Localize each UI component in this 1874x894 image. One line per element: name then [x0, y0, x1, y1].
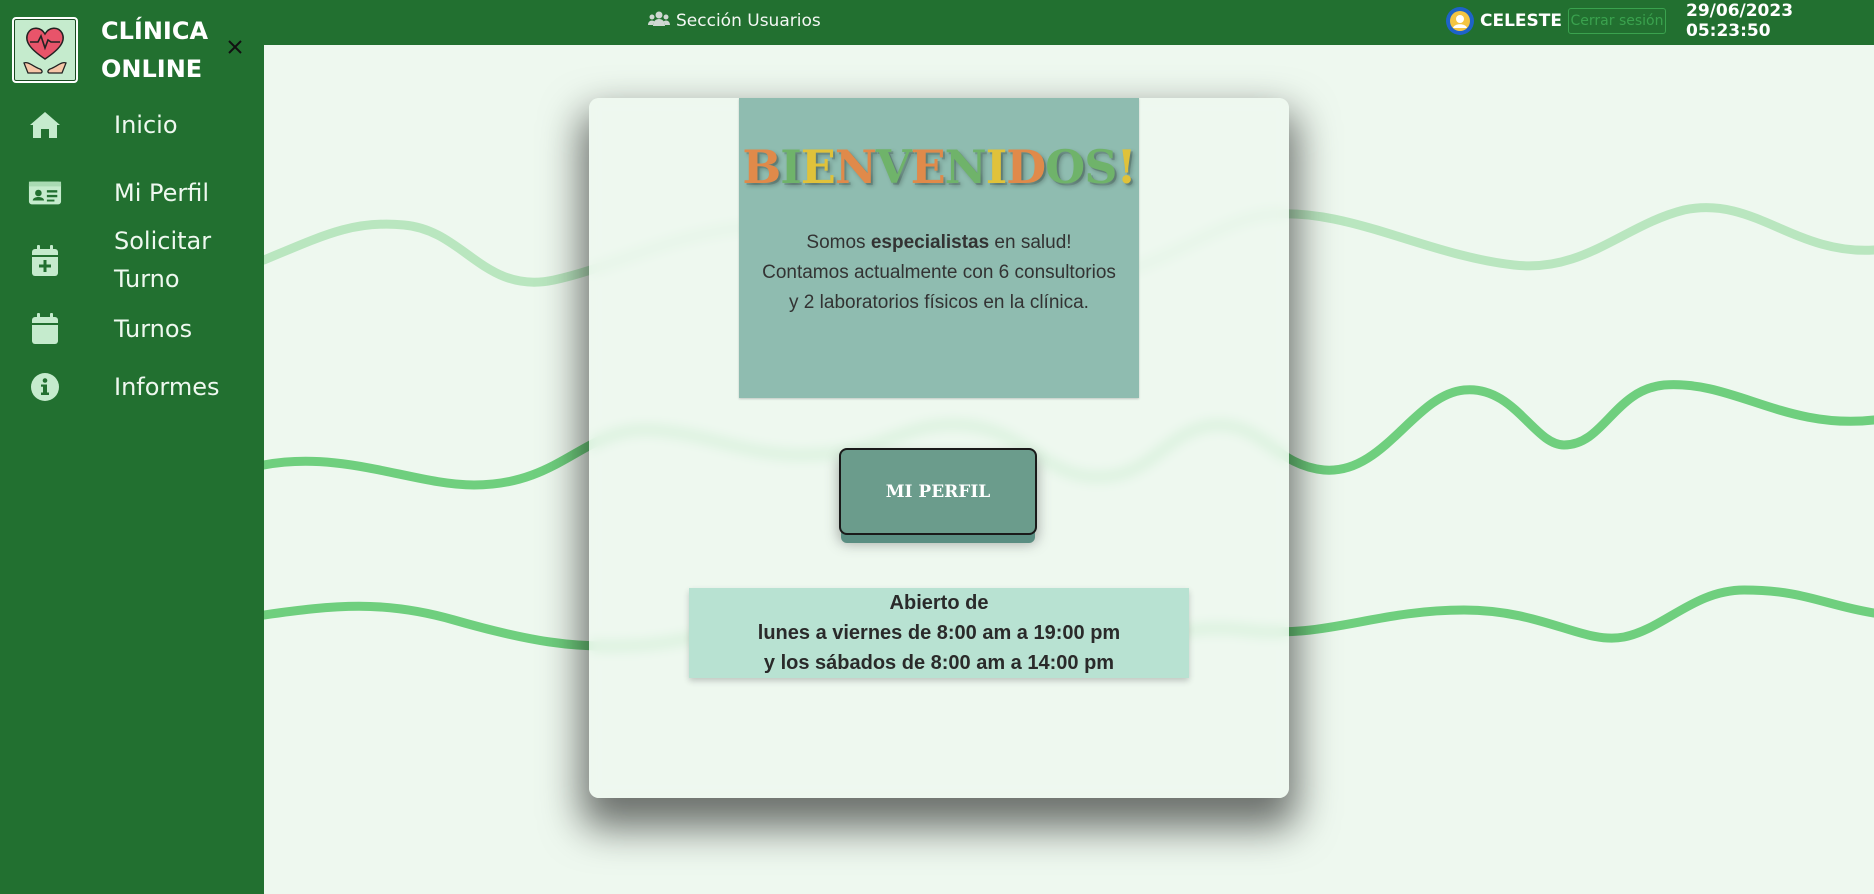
sidebar-item-turnos[interactable]: Turnos [0, 310, 264, 348]
welcome-title-letter: E [910, 140, 946, 194]
brand-line-2: ONLINE [101, 55, 203, 83]
sidebar-item-label-line-2: Turno [114, 265, 180, 293]
brand-name: CLÍNICA ONLINE [101, 12, 208, 88]
welcome-title-letter: D [1006, 140, 1046, 194]
mi-perfil-button[interactable]: MI PERFIL [839, 448, 1037, 535]
section-indicator: Sección Usuarios [648, 0, 821, 42]
welcome-title-letter: E [800, 140, 836, 194]
welcome-title-letter: B [742, 140, 781, 194]
welcome-title-letter: I [780, 140, 802, 194]
sidebar-item-inicio[interactable]: Inicio [0, 106, 264, 144]
sidebar: CLÍNICA ONLINE Inicio Mi Perfil Solicita… [0, 0, 264, 894]
sidebar-item-label-line-1: Solicitar [114, 227, 212, 255]
intro-bold: especialistas [870, 232, 990, 253]
logout-button[interactable]: Cerrar sesión [1568, 8, 1666, 34]
sidebar-item-label: Informes [114, 373, 220, 401]
intro-suffix: en salud! [989, 232, 1072, 253]
welcome-panel: BIENVENIDOS! Somos especialistas en salu… [739, 98, 1139, 398]
welcome-title-letter: O [1045, 140, 1085, 194]
welcome-card: BIENVENIDOS! Somos especialistas en salu… [589, 98, 1289, 798]
sidebar-item-label: Mi Perfil [114, 179, 210, 207]
welcome-title-letter: I [985, 140, 1008, 194]
info-icon [28, 370, 62, 404]
welcome-title-letter: V [875, 140, 912, 194]
hours-line-3: y los sábados de 8:00 am a 14:00 pm [763, 652, 1115, 674]
welcome-title-letter: ! [1116, 140, 1136, 194]
section-label: Sección Usuarios [676, 11, 821, 31]
current-datetime: 29/06/2023 05:23:50 [1686, 1, 1794, 41]
calendar-plus-icon [28, 244, 62, 278]
hours-line-1: Abierto de [889, 592, 989, 614]
home-icon [28, 108, 62, 142]
intro-rest: Contamos actualmente con 6 consultorios … [762, 262, 1116, 313]
sidebar-item-informes[interactable]: Informes [0, 368, 264, 406]
calendar-icon [28, 312, 62, 346]
brand-line-1: CLÍNICA [101, 17, 209, 45]
sidebar-item-label: Inicio [114, 111, 178, 139]
opening-hours: Abierto de lunes a viernes de 8:00 am a … [689, 588, 1189, 678]
intro-prefix: Somos [806, 232, 871, 253]
clinic-logo[interactable] [12, 17, 78, 83]
id-card-icon [28, 176, 62, 210]
sidebar-item-label: Turnos [114, 315, 193, 343]
welcome-title-letter: S [1084, 140, 1117, 194]
user-info: CELESTE [1446, 6, 1562, 36]
heart-hands-icon [23, 27, 67, 74]
sidebar-item-label: Solicitar Turno [114, 222, 211, 298]
user-name: CELESTE [1480, 11, 1562, 31]
close-icon [228, 40, 242, 54]
welcome-title: BIENVENIDOS! [739, 140, 1139, 194]
sidebar-item-mi-perfil[interactable]: Mi Perfil [0, 174, 264, 212]
welcome-description: Somos especialistas en salud! Contamos a… [759, 228, 1119, 318]
sidebar-item-solicitar-turno[interactable]: Solicitar Turno [0, 222, 264, 300]
users-icon [648, 11, 670, 32]
hours-line-2: lunes a viernes de 8:00 am a 19:00 pm [757, 622, 1121, 644]
top-navbar: Sección Usuarios CELESTE Cerrar sesión 2… [0, 0, 1874, 45]
close-sidebar-button[interactable] [222, 34, 248, 60]
welcome-title-letter: N [944, 140, 987, 194]
user-avatar [1446, 7, 1474, 35]
welcome-title-letter: N [834, 140, 877, 194]
